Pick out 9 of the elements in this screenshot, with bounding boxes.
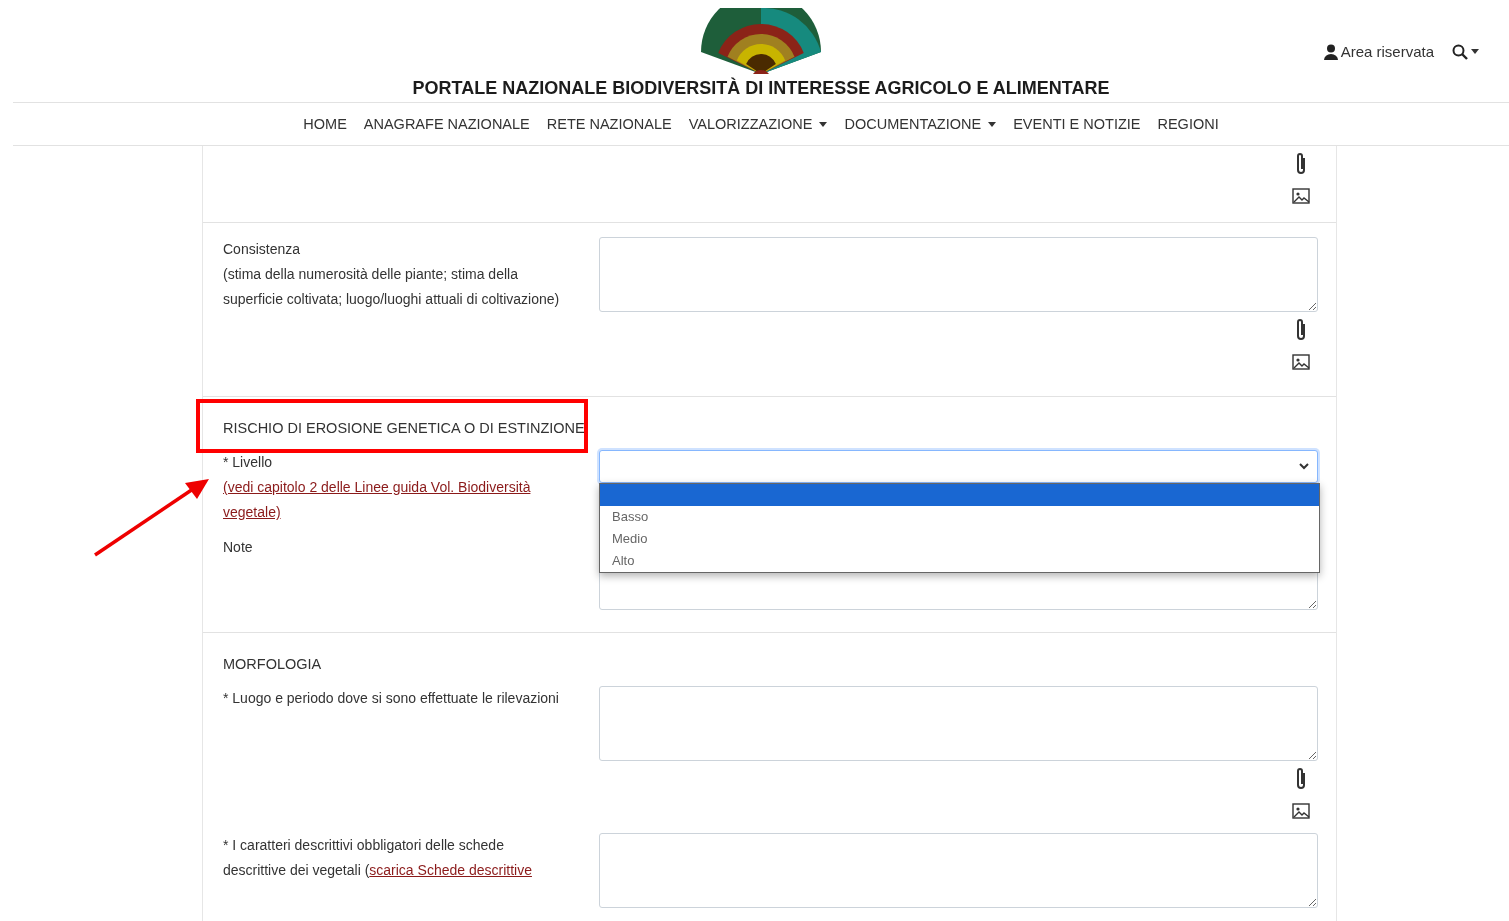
site-title: PORTALE NAZIONALE BIODIVERSITÀ DI INTERESSE AGRICOLO E ALIMENTARE [412,78,1110,99]
field-label: * I caratteri descrittivi obbligatori delle schede descrittive dei vegetali (scarica Schede descrittive [223,833,569,883]
field-hint: (stima della numerosità delle piante; stima della superficie coltivata; luogo/luoghi attuali di coltivazione) [223,265,561,309]
section-heading: RISCHIO DI EROSIONE GENETICA O DI ESTINZIONE [223,420,585,436]
field-label: * Livello (vedi capitolo 2 delle Linee guida Vol. Biodiversità vegetale) [223,450,569,525]
section-heading: MORFOLOGIA [223,656,322,672]
field-label: Note [223,538,254,557]
field-label: Consistenza [223,240,302,259]
field-label: * Luogo e periodo dove si sono effettuate le rilevazioni [223,689,560,708]
